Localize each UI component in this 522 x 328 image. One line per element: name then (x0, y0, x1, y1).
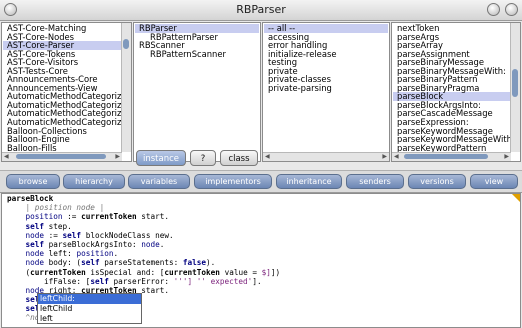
scroll-right-arrow-icon[interactable]: ▶ (115, 153, 120, 161)
category-list[interactable]: AST-Core-Matching AST-Core-Nodes AST-Core-… (3, 24, 121, 152)
autocomplete-option[interactable]: left (38, 314, 141, 324)
code-line: node := self blockNodeClass new. (7, 230, 174, 240)
hierarchy-button[interactable]: hierarchy (63, 174, 125, 189)
scroll-right-arrow-icon[interactable]: ▶ (504, 153, 509, 161)
code-line: ifFalse: [self parserError: '''] '' expe… (7, 276, 262, 286)
code-line: (currentToken isSpecial and: [currentTok… (7, 267, 281, 277)
inheritance-button[interactable]: inheritance (276, 174, 342, 189)
scroll-left-arrow-icon[interactable]: ◀ (394, 153, 399, 161)
category-list-horizontal-scrollbar[interactable]: ◀ ▶ (2, 152, 122, 161)
help-button[interactable]: ? (190, 150, 216, 166)
protocol-list-horizontal-scrollbar[interactable]: ◀ ▶ (263, 152, 389, 161)
title-bar[interactable]: RBParser (0, 0, 522, 21)
scroll-left-arrow-icon[interactable]: ◀ (265, 153, 270, 161)
implementors-button[interactable]: implementors (194, 174, 272, 189)
code-line: | position node | (7, 203, 105, 213)
code-line: node body: (self parseStatements: false)… (7, 258, 216, 268)
browser-toolbar: browse hierarchy variables implementors … (0, 170, 522, 193)
scroll-thumb[interactable] (16, 154, 106, 159)
category-list-pane[interactable]: AST-Core-Matching AST-Core-Nodes AST-Core-… (1, 22, 132, 162)
code-line: self parseBlockArgsInto: node. (7, 239, 165, 249)
scroll-thumb[interactable] (123, 39, 129, 49)
autocomplete-option[interactable]: leftChild: (38, 294, 141, 304)
browse-button[interactable]: browse (6, 174, 60, 189)
senders-button[interactable]: senders (346, 174, 404, 189)
class-list-pane[interactable]: RBParser RBPatternParser RBScanner RBPatter… (133, 22, 261, 162)
view-button[interactable]: view (470, 174, 518, 189)
scroll-right-arrow-icon[interactable]: ▶ (382, 153, 387, 161)
method-list-horizontal-scrollbar[interactable]: ◀ ▶ (392, 152, 511, 161)
scroll-thumb[interactable] (404, 154, 488, 159)
method-list-vertical-scrollbar[interactable] (510, 23, 520, 152)
class-list-item[interactable]: RBPatternScanner (135, 50, 259, 59)
modified-indicator-icon (512, 194, 520, 202)
method-list-pane[interactable]: nextToken parseArgs parseArray parseAssignm… (391, 22, 521, 162)
protocol-list-pane[interactable]: -- all -- accessing error handling initiali… (262, 22, 390, 162)
maximize-window-button[interactable] (505, 3, 518, 16)
minimize-window-button[interactable] (487, 3, 500, 16)
window-title: RBParser (236, 3, 286, 16)
scroll-thumb[interactable] (512, 69, 518, 97)
code-line: position := currentToken start. (7, 212, 170, 222)
instance-button[interactable]: instance (136, 150, 186, 166)
method-list[interactable]: nextToken parseArgs parseArray parseAssignm… (393, 24, 510, 152)
protocol-list[interactable]: -- all -- accessing error handling initiali… (264, 24, 388, 152)
versions-button[interactable]: versions (408, 174, 466, 189)
class-side-button[interactable]: class (220, 150, 258, 166)
scroll-left-arrow-icon[interactable]: ◀ (4, 153, 9, 161)
code-line: parseBlock (7, 194, 54, 203)
code-line: self step. (7, 221, 72, 231)
autocomplete-popup[interactable]: leftChild: leftChild left (37, 293, 142, 324)
variables-button[interactable]: variables (128, 174, 190, 189)
category-list-vertical-scrollbar[interactable] (121, 23, 131, 152)
autocomplete-option[interactable]: leftChild (38, 304, 141, 314)
protocol-list-item[interactable]: private-parsing (264, 84, 388, 93)
code-line: node left: position. (7, 249, 119, 259)
class-list[interactable]: RBParser RBPatternParser RBScanner RBPatter… (135, 24, 259, 152)
